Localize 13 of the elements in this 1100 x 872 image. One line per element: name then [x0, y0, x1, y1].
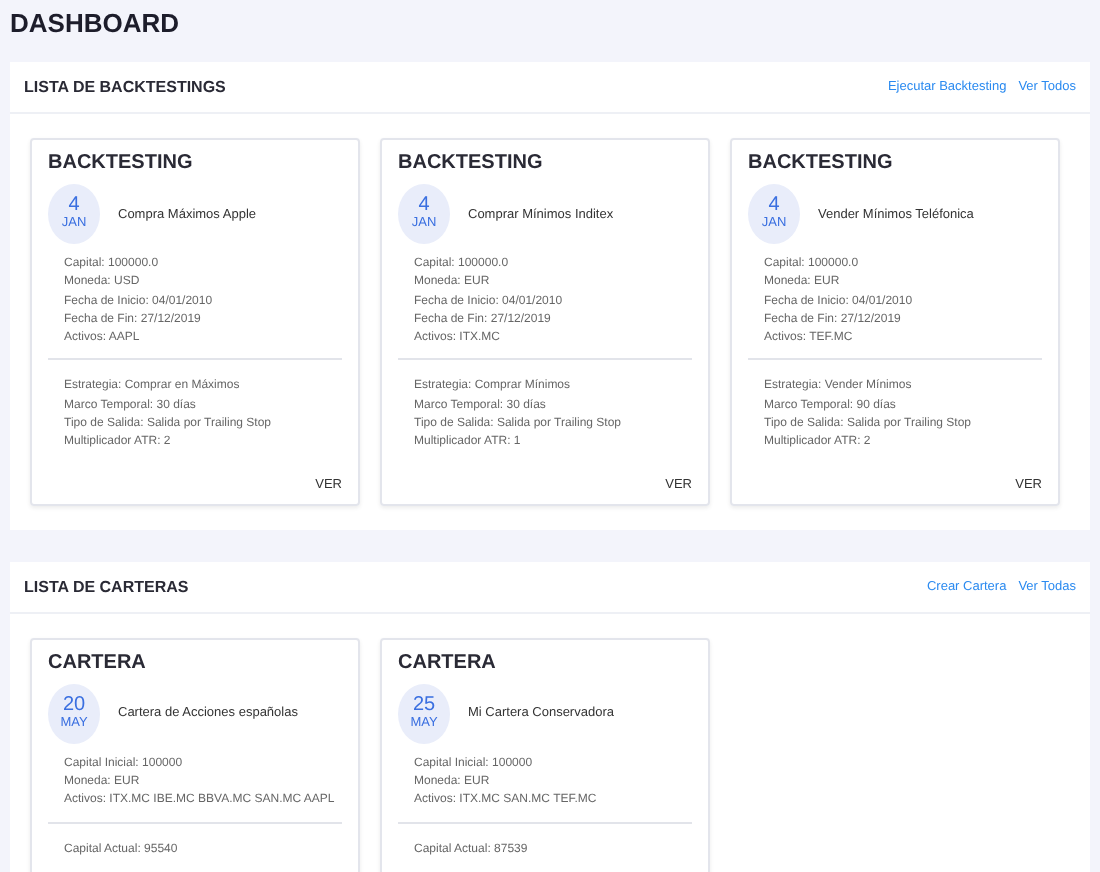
date-day: 20 — [62, 695, 86, 716]
date-day: 25 — [412, 695, 436, 716]
page-title: DASHBOARD — [10, 8, 181, 38]
date-day: 4 — [768, 196, 780, 216]
date-day: 4 — [418, 196, 430, 216]
card-title: CARTERA — [398, 651, 498, 674]
card-title: CARTERA — [48, 651, 148, 674]
section-title: LISTA DE CARTERAS — [24, 577, 189, 596]
card-title: BACKTESTING — [48, 152, 195, 174]
section-title: LISTA DE BACKTESTINGS — [24, 78, 226, 96]
card-title: BACKTESTING — [748, 152, 895, 174]
date-day: 4 — [68, 196, 80, 216]
card-title: BACKTESTING — [398, 152, 545, 174]
